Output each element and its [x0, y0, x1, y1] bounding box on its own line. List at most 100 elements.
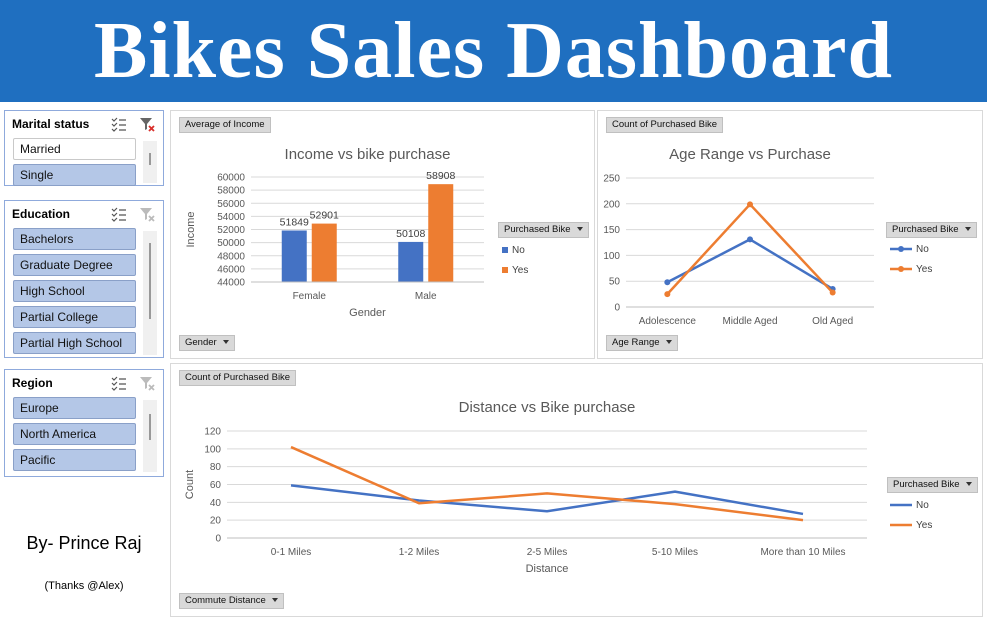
- multi-select-icon[interactable]: [111, 116, 127, 132]
- y-tick-label: 250: [603, 174, 620, 185]
- slicer-title: Marital status: [12, 117, 90, 131]
- y-axis-label: Count: [184, 470, 196, 499]
- y-tick-label: 52000: [217, 225, 245, 236]
- data-label: 58908: [426, 170, 455, 182]
- axis-field-button[interactable]: Gender: [179, 335, 235, 351]
- slicer-title: Education: [12, 207, 71, 221]
- legend-marker: [898, 246, 904, 252]
- legend-entry: Yes: [916, 520, 932, 531]
- x-tick-label: Female: [293, 291, 327, 302]
- legend-field-label: Purchased Bike: [893, 479, 960, 490]
- slicer-title: Region: [12, 376, 53, 390]
- legend-field-button[interactable]: Purchased Bike: [498, 222, 589, 238]
- legend-field-label: Purchased Bike: [504, 224, 571, 235]
- scrollbar-thumb[interactable]: [149, 243, 151, 319]
- axis-field-label: Gender: [185, 337, 217, 348]
- clear-filter-icon[interactable]: [139, 206, 155, 222]
- x-tick-label: 1-2 Miles: [399, 547, 440, 558]
- slicer-item[interactable]: Married: [13, 138, 136, 160]
- axis-field-button[interactable]: Age Range: [606, 335, 678, 351]
- y-tick-label: 60000: [217, 173, 245, 184]
- axis-field-label: Commute Distance: [185, 595, 266, 606]
- legend-entry: Yes: [916, 264, 932, 275]
- chart-title: Age Range vs Purchase: [669, 146, 831, 163]
- legend-field-label: Purchased Bike: [892, 224, 959, 235]
- slicer-header: Region: [5, 370, 163, 396]
- y-tick-label: 200: [603, 199, 620, 210]
- legend-field-button[interactable]: Purchased Bike: [886, 222, 977, 238]
- x-axis-label: Gender: [349, 307, 386, 319]
- x-tick-label: More than 10 Miles: [760, 547, 845, 558]
- slicer-scrollbar[interactable]: [143, 400, 157, 472]
- y-tick-label: 56000: [217, 199, 245, 210]
- scrollbar-thumb[interactable]: [149, 153, 151, 165]
- bar: [311, 223, 337, 282]
- slicer-item[interactable]: Partial College: [13, 306, 136, 328]
- scrollbar-thumb[interactable]: [149, 414, 151, 440]
- y-tick-label: 46000: [217, 264, 245, 275]
- data-label: 52901: [310, 210, 339, 222]
- bar: [398, 241, 424, 282]
- series-line: [666, 203, 834, 295]
- dropdown-arrow-icon: [965, 482, 972, 487]
- dropdown-arrow-icon: [665, 340, 672, 345]
- y-tick-label: 20: [210, 516, 222, 527]
- x-tick-label: Old Aged: [812, 316, 853, 327]
- slicer-item[interactable]: Single: [13, 164, 136, 186]
- axis-field-label: Age Range: [612, 337, 660, 348]
- clear-filter-icon[interactable]: [139, 116, 155, 132]
- y-tick-label: 54000: [217, 212, 245, 223]
- multi-select-icon[interactable]: [111, 375, 127, 391]
- x-tick-label: Middle Aged: [722, 316, 777, 327]
- slicer-item[interactable]: Bachelors: [13, 228, 136, 250]
- axis-field-button[interactable]: Commute Distance: [179, 593, 284, 609]
- slicer-region: Region Europe North America Pacific: [4, 369, 164, 477]
- y-tick-label: 80: [210, 462, 222, 473]
- data-point: [664, 279, 671, 286]
- slicer-header: Marital status: [5, 111, 163, 137]
- x-tick-label: 0-1 Miles: [271, 547, 312, 558]
- legend-field-button[interactable]: Purchased Bike: [887, 477, 978, 493]
- slicer-item[interactable]: High School: [13, 280, 136, 302]
- slicer-item[interactable]: Europe: [13, 397, 136, 419]
- slicer-education: Education Bachelors Graduate Degree High S…: [4, 200, 164, 358]
- chart-title: Income vs bike purchase: [285, 146, 451, 163]
- dashboard-title: Bikes Sales Dashboard: [94, 7, 893, 95]
- data-label: 50108: [396, 228, 425, 240]
- y-tick-label: 0: [215, 534, 221, 545]
- age-chart-panel: Count of Purchased Bike Age Range vs Pur…: [597, 110, 983, 359]
- dropdown-arrow-icon: [964, 227, 971, 232]
- y-tick-label: 44000: [217, 278, 245, 289]
- x-tick-label: Male: [415, 291, 437, 302]
- slicer-marital-status: Marital status Married Single: [4, 110, 164, 186]
- legend-marker: [898, 266, 904, 272]
- y-tick-label: 100: [603, 251, 620, 262]
- y-tick-label: 120: [204, 427, 221, 438]
- data-label: 51849: [280, 216, 309, 228]
- x-tick-label: 2-5 Miles: [527, 547, 568, 558]
- slicer-item[interactable]: Partial High School: [13, 332, 136, 354]
- distance-chart-panel: Count of Purchased Bike Distance vs Bike…: [170, 363, 983, 617]
- dropdown-arrow-icon: [576, 227, 583, 232]
- legend-entry: No: [916, 244, 929, 255]
- data-point: [747, 236, 753, 243]
- multi-select-icon[interactable]: [111, 206, 127, 222]
- slicer-item[interactable]: Graduate Degree: [13, 254, 136, 276]
- slicer-item[interactable]: North America: [13, 423, 136, 445]
- legend-entry: Yes: [512, 265, 528, 276]
- legend-swatch: [502, 247, 508, 253]
- data-point: [664, 291, 671, 298]
- y-tick-label: 58000: [217, 186, 245, 197]
- slicer-scrollbar[interactable]: [143, 231, 157, 355]
- dashboard-banner: Bikes Sales Dashboard: [0, 0, 987, 102]
- y-tick-label: 40: [210, 498, 222, 509]
- slicer-item[interactable]: Pacific: [13, 449, 136, 471]
- distance-line-chart: Distance vs Bike purchase 0 20 40 60 80 100 120…: [184, 399, 932, 575]
- data-point: [829, 289, 836, 296]
- legend-entry: No: [512, 245, 525, 256]
- series-line: [290, 445, 804, 522]
- y-axis-label: Income: [185, 211, 197, 247]
- slicer-scrollbar[interactable]: [143, 141, 157, 183]
- income-chart-panel: Average of Income Income vs bike purchas…: [170, 110, 595, 359]
- clear-filter-icon[interactable]: [139, 375, 155, 391]
